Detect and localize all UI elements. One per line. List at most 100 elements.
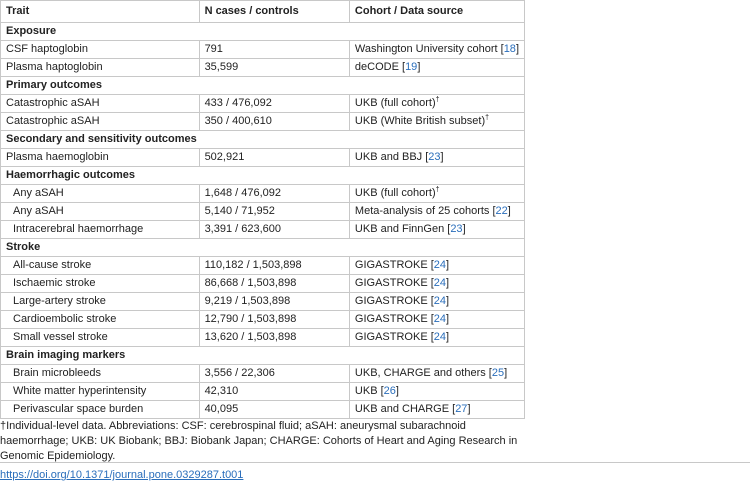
source-cell: GIGASTROKE [24] [348,274,526,293]
reference-link[interactable]: 25 [492,367,504,379]
section-row: Stroke [0,238,525,257]
n-cell: 3,556 / 22,306 [198,364,350,383]
table-row: Any aSAH 5,140 / 71,952 Meta-analysis of 2… [0,202,526,221]
trait-cell: Catastrophic aSAH [0,112,200,131]
source-cell: UKB and BBJ [23] [348,148,526,167]
source-text: UKB (White British subset) [354,115,486,127]
reference-link[interactable]: 24 [434,277,446,289]
dagger-mark: † [485,114,490,122]
n-cell: 1,648 / 476,092 [198,184,350,203]
bracket-close: ] [446,259,450,271]
trait-cell: Perivascular space burden [0,400,200,419]
trait-cell: Any aSAH [0,184,200,203]
reference-link[interactable]: 19 [405,61,417,73]
reference-link[interactable]: 18 [504,43,516,55]
table-row: Catastrophic aSAH 350 / 400,610 UKB (White… [0,112,526,131]
bracket-close: ] [467,403,471,415]
table-row: Any aSAH 1,648 / 476,092 UKB (full cohort)… [0,184,526,203]
divider [0,462,750,463]
source-text: deCODE [ [354,61,406,73]
reference-link[interactable]: 22 [496,205,508,217]
source-cell: GIGASTROKE [24] [348,310,526,329]
bracket-close: ] [504,367,508,379]
section-title: Haemorrhagic outcomes [0,166,525,185]
source-cell: GIGASTROKE [24] [348,292,526,311]
source-cell: UKB (full cohort)† [348,94,526,113]
trait-cell: Brain microbleeds [0,364,200,383]
section-row: Brain imaging markers [0,346,525,365]
source-text: GIGASTROKE [ [354,277,434,289]
trait-cell: Large-artery stroke [0,292,200,311]
source-cell: deCODE [19] [348,58,526,77]
source-cell: UKB (White British subset)† [348,112,526,131]
column-header-source: Cohort / Data source [348,0,526,23]
source-cell: UKB, CHARGE and others [25] [348,364,526,383]
reference-link[interactable]: 23 [428,151,440,163]
table-row: CSF haptoglobin 791 Washington University … [0,40,526,59]
n-cell: 110,182 / 1,503,898 [198,256,350,275]
n-cell: 9,219 / 1,503,898 [198,292,350,311]
table-row: White matter hyperintensity 42,310 UKB [26… [0,382,526,401]
table-row: Intracerebral haemorrhage 3,391 / 623,600… [0,220,526,239]
bracket-close: ] [462,223,466,235]
reference-link[interactable]: 23 [450,223,462,235]
trait-cell: Catastrophic aSAH [0,94,200,113]
source-text: Meta-analysis of 25 cohorts [ [354,205,496,217]
section-row: Exposure [0,22,525,41]
source-text: GIGASTROKE [ [354,313,434,325]
column-header-n: N cases / controls [198,0,350,23]
section-row: Secondary and sensitivity outcomes [0,130,525,149]
reference-link[interactable]: 24 [434,295,446,307]
trait-cell: Plasma haptoglobin [0,58,200,77]
source-cell: UKB and CHARGE [27] [348,400,526,419]
doi-link[interactable]: https://doi.org/10.1371/journal.pone.032… [0,469,243,481]
section-title: Brain imaging markers [0,346,525,365]
source-text: UKB (full cohort) [354,187,436,199]
source-cell: GIGASTROKE [24] [348,256,526,275]
n-cell: 40,095 [198,400,350,419]
trait-cell: Small vessel stroke [0,328,200,347]
reference-link[interactable]: 24 [434,313,446,325]
reference-link[interactable]: 27 [455,403,467,415]
n-cell: 791 [198,40,350,59]
n-cell: 433 / 476,092 [198,94,350,113]
table-row: Catastrophic aSAH 433 / 476,092 UKB (full … [0,94,526,113]
n-cell: 502,921 [198,148,350,167]
n-cell: 5,140 / 71,952 [198,202,350,221]
n-cell: 3,391 / 623,600 [198,220,350,239]
n-cell: 86,668 / 1,503,898 [198,274,350,293]
trait-cell: Ischaemic stroke [0,274,200,293]
section-title: Secondary and sensitivity outcomes [0,130,525,149]
table-figure: Trait N cases / controls Cohort / Data s… [0,0,750,484]
section-row: Haemorrhagic outcomes [0,166,525,185]
bracket-close: ] [440,151,444,163]
reference-link[interactable]: 26 [384,385,396,397]
n-cell: 35,599 [198,58,350,77]
trait-cell: White matter hyperintensity [0,382,200,401]
source-cell: Meta-analysis of 25 cohorts [22] [348,202,526,221]
table-row: Plasma haemoglobin 502,921 UKB and BBJ [23… [0,148,526,167]
dagger-mark: † [435,186,440,194]
source-text: GIGASTROKE [ [354,259,434,271]
bracket-close: ] [446,277,450,289]
table-row: Ischaemic stroke 86,668 / 1,503,898 GIGAST… [0,274,526,293]
section-row: Primary outcomes [0,76,525,95]
source-cell: UKB [26] [348,382,526,401]
source-text: UKB and CHARGE [ [354,403,456,415]
table-row: Small vessel stroke 13,620 / 1,503,898 GIG… [0,328,526,347]
source-text: UKB and FinnGen [ [354,223,451,235]
reference-link[interactable]: 24 [434,331,446,343]
source-text: Washington University cohort [ [354,43,504,55]
table-footnote: †Individual-level data. Abbreviations: C… [0,420,518,462]
bracket-close: ] [446,313,450,325]
n-cell: 42,310 [198,382,350,401]
source-cell: Washington University cohort [18] [348,40,526,59]
bracket-close: ] [507,205,511,217]
reference-link[interactable]: 24 [434,259,446,271]
trait-cell: Plasma haemoglobin [0,148,200,167]
bracket-close: ] [515,43,519,55]
source-text: UKB (full cohort) [354,97,436,109]
trait-cell: Intracerebral haemorrhage [0,220,200,239]
source-text: UKB and BBJ [ [354,151,429,163]
trait-cell: CSF haptoglobin [0,40,200,59]
